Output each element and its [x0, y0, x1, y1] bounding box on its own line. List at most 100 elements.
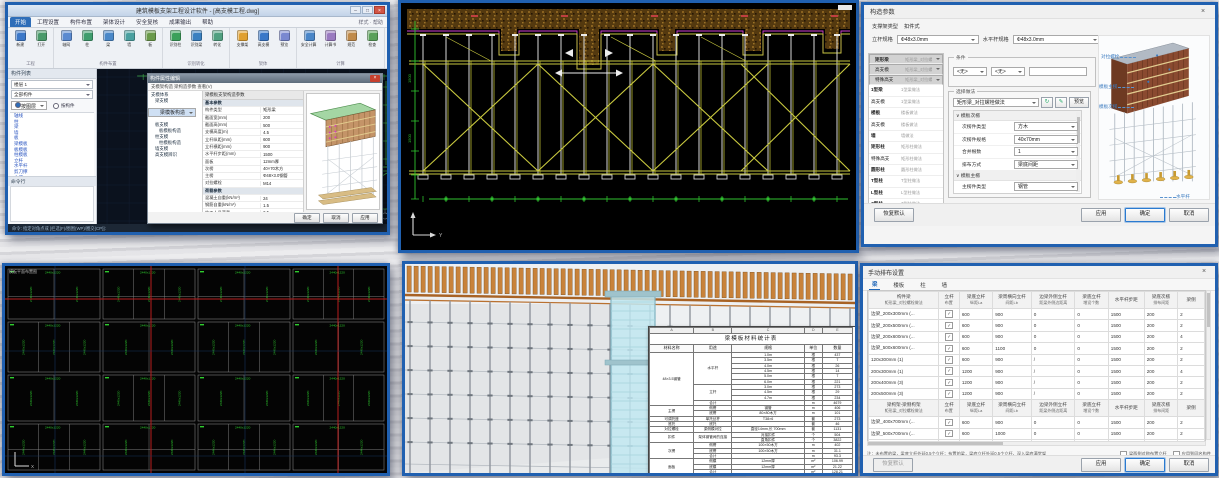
method-list-item[interactable]: 圆形柱圆形柱做法	[869, 165, 943, 176]
close-icon[interactable]: ×	[1197, 7, 1209, 17]
method-list-item[interactable]: 高支模1型梁做法	[869, 97, 943, 108]
checkbox[interactable]: ✓	[945, 379, 953, 387]
tab-6[interactable]: 帮助	[197, 17, 218, 27]
open-project-button[interactable]: 打开	[32, 30, 50, 48]
checkbox[interactable]: ✓	[945, 345, 953, 353]
close-icon[interactable]: ×	[370, 75, 380, 82]
tab-2[interactable]: 构件布置	[65, 17, 97, 27]
checkbox[interactable]: ✓	[945, 356, 953, 364]
table-row[interactable]: 边梁_200x300mm (...✓6009000015002002	[869, 309, 1205, 320]
checkbox[interactable]: ✓	[945, 367, 953, 375]
preview-button[interactable]: 预览	[1069, 97, 1089, 108]
recognize-beam-button[interactable]: 识别梁	[187, 30, 205, 48]
new-project-button[interactable]: 新建	[11, 30, 29, 48]
table-row[interactable]: 120x300mm (1)✓600900/015002002	[869, 354, 1205, 365]
cad-viewport[interactable]: 构件属性编辑 × 支模架构造 梁构造参数 查看(V) 支模体系梁支模梁模板构造板…	[97, 69, 387, 224]
scrollbar-horizontal[interactable]	[867, 441, 1206, 446]
tab-柱[interactable]: 柱	[917, 280, 928, 290]
hbar-spec-select[interactable]: Φ48x3.0mm	[1013, 35, 1101, 44]
tab-1[interactable]: 工程设置	[32, 17, 64, 27]
method-list-item[interactable]: 高支模楼板做法	[869, 119, 943, 130]
condition-select-1[interactable]: <无>	[953, 67, 987, 76]
method-list-item[interactable]: 墙墙做法	[869, 131, 943, 142]
tree-item[interactable]: 梁支模	[148, 98, 202, 104]
tab-4[interactable]: 安全复核	[131, 17, 163, 27]
edit-icon[interactable]: ✎	[1055, 97, 1067, 108]
grid-button[interactable]: 轴网	[57, 30, 75, 48]
recognize-column-button[interactable]: 识别柱	[166, 30, 184, 48]
value-select[interactable]: 钢管	[1014, 182, 1078, 191]
ok-button[interactable]: 确定	[1125, 208, 1165, 222]
material-list-button[interactable]: 材料统计	[388, 30, 390, 48]
checkbox[interactable]: ✓	[945, 322, 953, 330]
method-list-item[interactable]: T型柱T型柱做法	[869, 176, 943, 187]
checkbox[interactable]: ✓	[945, 390, 953, 398]
method-select[interactable]: 矩形梁_对拉螺栓做法	[953, 98, 1039, 107]
shore-frame-button[interactable]: 支撑架	[233, 30, 251, 48]
report-button[interactable]: 计算书	[321, 30, 339, 48]
column-button[interactable]: 柱	[78, 30, 96, 48]
tab-墙[interactable]: 墙	[939, 280, 950, 290]
pole-spec-select[interactable]: Φ48x3.0mm	[897, 35, 979, 44]
checkbox[interactable]: ✓	[945, 310, 953, 318]
tab-5[interactable]: 成果输出	[164, 17, 196, 27]
value-select[interactable]: 方木	[1014, 122, 1078, 131]
method-list-item[interactable]: 特殊高支矩形柱做法	[869, 154, 943, 165]
checkbox[interactable]: ✓	[945, 430, 953, 438]
cancel-button[interactable]: 取消	[323, 213, 349, 223]
tab-3[interactable]: 架体设计	[98, 17, 130, 27]
preview-button[interactable]: 预览	[275, 30, 293, 48]
ok-button[interactable]: 确定	[1125, 458, 1165, 472]
table-row[interactable]: 200x500mm (3)✓1200900/015002002	[869, 388, 1205, 399]
checkbox[interactable]: ✓	[945, 333, 953, 341]
maximize-icon[interactable]: □	[362, 6, 373, 14]
radio-by-layer[interactable]: 按图层	[11, 101, 47, 110]
tab-0[interactable]: 开始	[10, 17, 31, 27]
value-select[interactable]: 1	[1014, 147, 1078, 156]
table-row[interactable]: 边梁_200x600mm (...✓6009000015002004	[869, 331, 1205, 342]
close-icon[interactable]: ×	[374, 6, 385, 14]
reset-default-button[interactable]: 恢复默认	[873, 458, 913, 472]
checkbox[interactable]: ✓	[945, 419, 953, 427]
check-button[interactable]: 检查	[363, 30, 381, 48]
beam-button[interactable]: 梁	[99, 30, 117, 48]
condition-select-2[interactable]: <无>	[991, 67, 1025, 76]
apply-button[interactable]: 应用	[352, 213, 378, 223]
value-select[interactable]: 40x70mm	[1014, 135, 1078, 144]
command-panel[interactable]	[10, 186, 94, 222]
code-book-button[interactable]: 规范	[342, 30, 360, 48]
method-list-item[interactable]: 矩形柱矩形柱做法	[869, 142, 943, 153]
floor-combo[interactable]: 楼层 1	[11, 80, 93, 89]
close-icon[interactable]: ×	[1198, 267, 1210, 277]
condition-input[interactable]	[1029, 67, 1087, 76]
tab-梁[interactable]: 梁	[869, 279, 880, 290]
minimize-icon[interactable]: –	[350, 6, 361, 14]
tab-楼板[interactable]: 楼板	[890, 280, 907, 290]
convert-button[interactable]: 转化	[208, 30, 226, 48]
refresh-icon[interactable]: ↻	[1041, 97, 1053, 108]
table-row[interactable]: 200x300mm (1)✓1200900/015002004	[869, 365, 1205, 376]
table-row[interactable]: 边梁_400x700mm (...✓6009000015002002	[869, 417, 1205, 428]
ok-button[interactable]: 确定	[294, 213, 320, 223]
scrollbar[interactable]	[1206, 290, 1211, 440]
slab-button[interactable]: 板	[141, 30, 159, 48]
cancel-button[interactable]: 取消	[1169, 458, 1209, 472]
method-list-item[interactable]: L型柱L型柱做法	[869, 188, 943, 199]
method-list-item[interactable]: 特殊高支矩形梁_对拉螺栓做法	[869, 75, 943, 85]
method-list-item[interactable]: 楼板楼板做法	[869, 108, 943, 119]
apply-button[interactable]: 应用	[1081, 458, 1121, 472]
tree-item[interactable]: 高支模辨识	[148, 152, 202, 158]
apply-button[interactable]: 应用	[1081, 208, 1121, 222]
high-formwork-button[interactable]: 高支模	[254, 30, 272, 48]
tree-item[interactable]: 梁模板构造	[148, 108, 196, 117]
method-list-item[interactable]: 高支模矩形梁_对拉螺栓做法	[869, 64, 943, 74]
table-row[interactable]: 200x400mm (3)✓1200900/015002002	[869, 377, 1205, 388]
value-select[interactable]: 梁底间距	[1014, 160, 1078, 169]
table-row[interactable]: 边梁_200x500mm (...✓6009000015002002	[869, 320, 1205, 331]
radio-by-component[interactable]: 按构件	[53, 101, 75, 110]
table-row[interactable]: 边梁_500x700mm (...✓60010000015002002	[869, 428, 1205, 439]
table-row[interactable]: 边梁_500x600mm (...✓60011000015002002	[869, 343, 1205, 354]
cancel-button[interactable]: 取消	[1169, 208, 1209, 222]
wall-button[interactable]: 墙	[120, 30, 138, 48]
method-list-item[interactable]: 矩形梁矩形梁_对拉螺栓做法	[869, 54, 943, 64]
